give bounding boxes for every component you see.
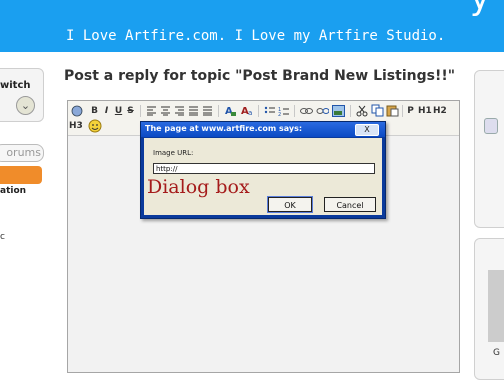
dialog-title-bar[interactable]: The page at www.artfire.com says: X [141,122,385,137]
switch-label: witch [0,80,31,91]
toolbar-separator [218,105,219,117]
cut-icon[interactable] [356,105,368,117]
dialog-body: Image URL: http:// Dialog box OK Cancel [144,138,382,215]
nav-label-fragment[interactable]: ation [0,186,26,196]
heading3-button[interactable]: H3 [69,120,83,133]
url-prompt-dialog: The page at www.artfire.com says: X Imag… [140,121,386,219]
dialog-title: The page at www.artfire.com says: [145,124,303,133]
page-title: Post a reply for topic "Post Brand New L… [64,68,456,84]
banner-tagline: I Love Artfire.com. I Love my Artfire St… [66,28,446,44]
align-center-icon[interactable] [160,106,171,116]
dialog-box-annotation: Dialog box [147,176,250,198]
banner-title-partial: y [470,0,490,18]
image-icon[interactable] [332,105,345,117]
align-right-icon[interactable] [174,106,185,116]
justify-icon[interactable] [188,106,199,116]
svg-text:2: 2 [278,112,281,116]
link-icon[interactable] [300,106,313,116]
underline-icon[interactable]: U [114,105,123,118]
image-url-input[interactable]: http:// [153,163,375,174]
bold-icon[interactable]: B [90,105,99,118]
cancel-button[interactable]: Cancel [324,197,376,212]
switch-dropdown-button[interactable]: ⌄ [16,96,35,115]
right-sidebar-box [474,70,504,228]
sidebar-text-fragment: G [493,348,500,358]
paragraph-button[interactable]: P [406,105,415,118]
strike-icon[interactable]: S [126,105,135,118]
text-color-icon[interactable]: A [224,104,237,117]
bbcode-icon[interactable] [71,105,83,117]
forums-tab[interactable]: orums [0,144,44,162]
close-icon[interactable]: X [355,124,379,136]
ok-button[interactable]: OK [267,196,313,213]
unlink-icon[interactable] [316,106,329,116]
paste-icon[interactable] [386,104,399,117]
toolbar-separator [402,105,403,117]
sidebar-image[interactable] [488,270,504,342]
justify-full-icon[interactable] [202,106,213,116]
numbered-list-icon[interactable]: 12 [278,106,289,116]
italic-icon[interactable]: I [102,105,111,118]
toolbar-separator [294,105,295,117]
toolbar-separator [140,105,141,117]
font-size-icon[interactable]: Aa [240,104,254,117]
image-url-label: Image URL: [153,149,194,157]
sidebar-thumbnail-icon[interactable] [484,118,498,134]
heading1-button[interactable]: H1 [418,105,432,118]
copy-icon[interactable] [371,104,384,117]
emoticon-icon[interactable] [88,119,102,133]
heading2-button[interactable]: H2 [433,105,447,118]
toolbar-separator [258,105,259,117]
orange-nav-button[interactable] [0,166,42,184]
site-banner: y I Love Artfire.com. I Love my Artfire … [0,0,504,52]
svg-text:a: a [248,109,252,117]
align-left-icon[interactable] [146,106,157,116]
bullet-list-icon[interactable] [264,106,275,116]
toolbar-separator [350,105,351,117]
sidebar-text-fragment: c [0,232,5,242]
